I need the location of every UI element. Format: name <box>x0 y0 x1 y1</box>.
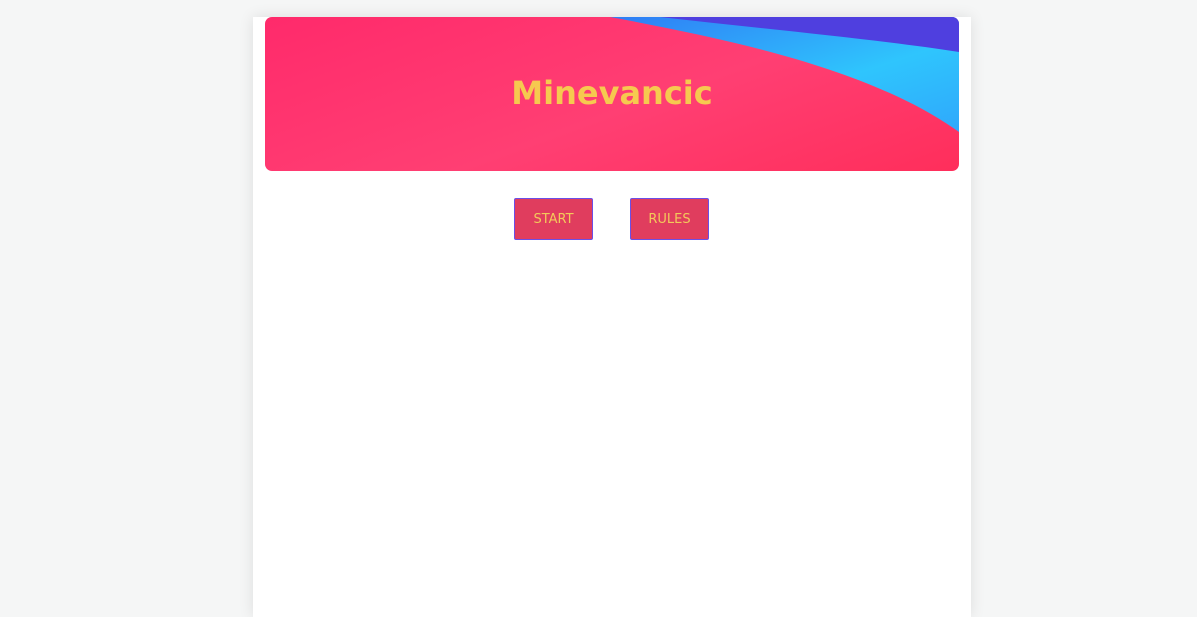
game-title: Minevancic <box>511 74 713 112</box>
rules-button[interactable]: RULES <box>630 198 709 240</box>
title-banner: Minevancic <box>265 17 959 171</box>
game-page: Minevancic START RULES <box>253 17 971 617</box>
start-button[interactable]: START <box>514 198 593 240</box>
menu-buttons: START RULES <box>253 198 971 240</box>
